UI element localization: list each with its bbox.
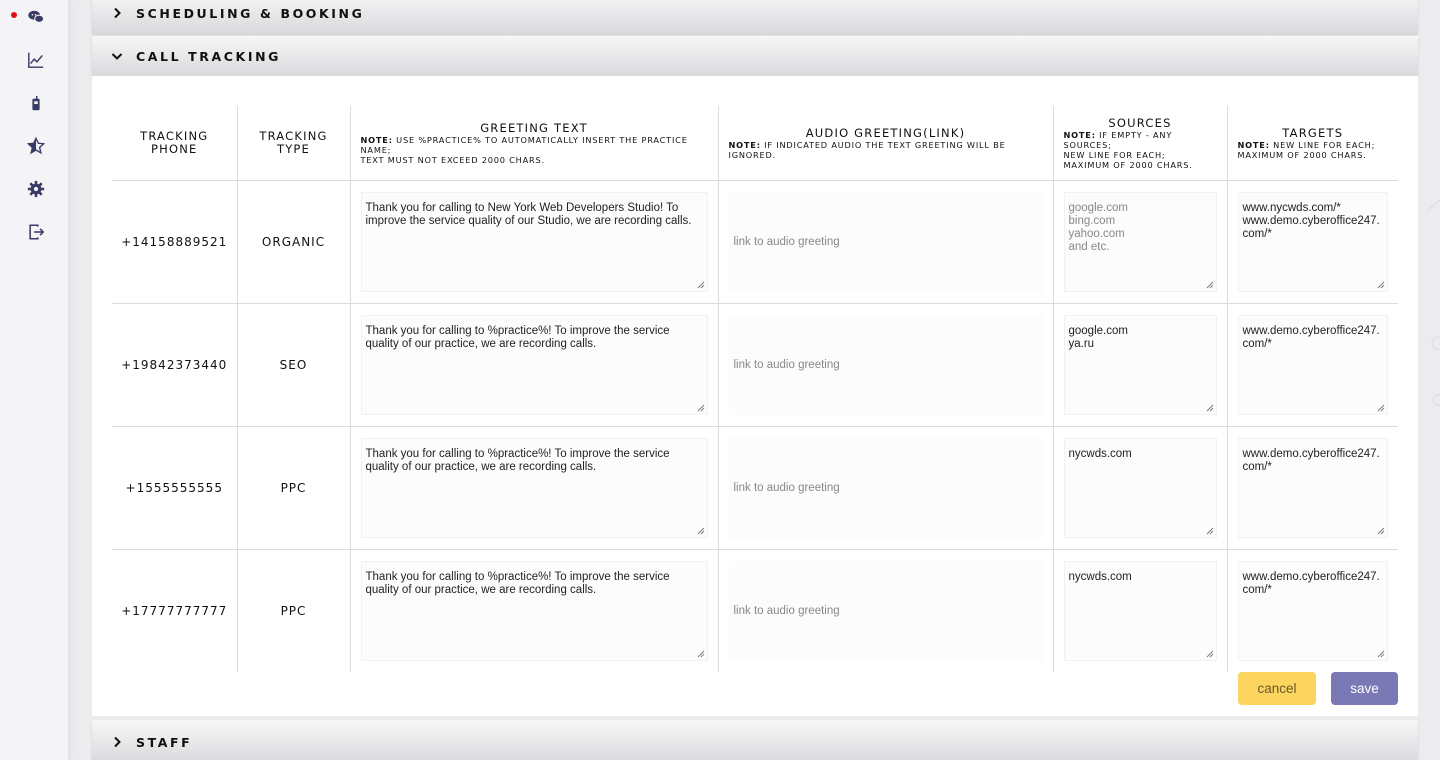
resize-grip-icon — [697, 404, 704, 411]
audio-greeting-input[interactable]: link to audio greeting — [728, 560, 1043, 661]
resize-grip-icon — [1377, 281, 1385, 288]
mobile-phone-icon[interactable] — [26, 94, 46, 114]
header-audio-greeting: AUDIO GREETING(LINK) NOTE: IF INDICATED … — [717, 106, 1053, 180]
section-staff[interactable]: STAFF — [92, 720, 1418, 760]
resize-grip-icon — [1206, 650, 1213, 658]
audio-greeting-input[interactable]: link to audio greeting — [728, 314, 1043, 415]
section-title: SCHEDULING & BOOKING — [136, 5, 365, 21]
resize-grip-icon — [697, 527, 704, 534]
table-row: +19842373440 SEO Thank you for calling t… — [112, 302, 1398, 426]
sources-input[interactable]: google.com bing.com yahoo.com and etc. — [1063, 191, 1217, 292]
header-targets: TARGETS NOTE: NEW LINE FOR EACH; MAXIMUM… — [1226, 106, 1398, 180]
resize-grip-icon — [1206, 404, 1213, 411]
notification-dot — [11, 12, 17, 18]
chevron-down-icon — [110, 49, 124, 63]
tracking-type-cell: SEO — [236, 302, 350, 426]
chevron-right-icon — [110, 735, 124, 749]
resize-grip-icon — [1206, 527, 1213, 534]
sources-input[interactable]: google.com ya.ru — [1063, 314, 1217, 415]
star-half-icon[interactable] — [26, 136, 46, 156]
sources-input[interactable]: nycwds.com — [1063, 560, 1217, 661]
chat-bubbles-icon[interactable] — [26, 7, 46, 27]
resize-grip-icon — [1206, 281, 1213, 288]
targets-input[interactable]: www.demo.cyberoffice247.com/* — [1237, 437, 1388, 538]
call-tracking-table: TRACKING PHONE TRACKING TYPE GREETING TE… — [112, 106, 1398, 672]
greeting-text-input[interactable]: Thank you for calling to New York Web De… — [360, 191, 708, 292]
cancel-button[interactable]: cancel — [1238, 672, 1316, 705]
header-tracking-phone: TRACKING PHONE — [140, 128, 209, 156]
tracking-phone-cell: +19842373440 — [112, 302, 237, 426]
header-tracking-type: TRACKING TYPE — [236, 106, 350, 180]
header-sources: SOURCES NOTE: IF EMPTY - ANY SOURCES; NE… — [1052, 106, 1227, 180]
sources-input[interactable]: nycwds.com — [1063, 437, 1217, 538]
section-scheduling-booking[interactable]: SCHEDULING & BOOKING — [92, 0, 1418, 34]
targets-input[interactable]: www.demo.cyberoffice247.com/* — [1237, 560, 1388, 661]
resize-grip-icon — [697, 281, 704, 288]
settings-panel: SCHEDULING & BOOKING CALL TRACKING TRACK… — [92, 0, 1418, 760]
audio-greeting-input[interactable]: link to audio greeting — [728, 437, 1043, 538]
save-button[interactable]: save — [1331, 672, 1398, 705]
greeting-text-input[interactable]: Thank you for calling to %practice%! To … — [360, 437, 708, 538]
logout-icon[interactable] — [26, 222, 46, 242]
chevron-right-icon — [110, 6, 124, 20]
greeting-text-input[interactable]: Thank you for calling to %practice%! To … — [360, 314, 708, 415]
call-tracking-content: TRACKING PHONE TRACKING TYPE GREETING TE… — [92, 76, 1418, 716]
tracking-phone-cell: +17777777777 — [112, 548, 237, 672]
section-title: CALL TRACKING — [136, 48, 281, 64]
resize-grip-icon — [1377, 404, 1385, 411]
tracking-phone-cell: +14158889521 — [112, 179, 237, 303]
tracking-type-cell: PPC — [236, 548, 350, 672]
table-row: +17777777777 PPC Thank you for calling t… — [112, 548, 1398, 672]
section-call-tracking[interactable]: CALL TRACKING — [92, 36, 1418, 76]
background-decoration — [1427, 199, 1440, 406]
audio-greeting-input[interactable]: link to audio greeting — [728, 191, 1043, 292]
resize-grip-icon — [1377, 650, 1385, 658]
resize-grip-icon — [697, 650, 704, 658]
table-row: +14158889521 ORGANIC Thank you for calli… — [112, 179, 1398, 303]
section-title: STAFF — [136, 734, 193, 750]
line-chart-icon[interactable] — [26, 50, 46, 70]
header-greeting-text: GREETING TEXT NOTE: USE %PRACTICE% TO AU… — [349, 106, 718, 180]
tracking-phone-cell: +1555555555 — [112, 425, 237, 549]
targets-input[interactable]: www.demo.cyberoffice247.com/* — [1237, 314, 1388, 415]
sidebar — [0, 0, 68, 760]
tracking-type-cell: ORGANIC — [236, 179, 350, 303]
gear-icon[interactable] — [26, 179, 46, 199]
table-row: +1555555555 PPC Thank you for calling to… — [112, 425, 1398, 549]
targets-input[interactable]: www.nycwds.com/* www.demo.cyberoffice247… — [1237, 191, 1388, 292]
greeting-text-input[interactable]: Thank you for calling to %practice%! To … — [360, 560, 708, 661]
tracking-type-cell: PPC — [236, 425, 350, 549]
resize-grip-icon — [1377, 527, 1385, 534]
